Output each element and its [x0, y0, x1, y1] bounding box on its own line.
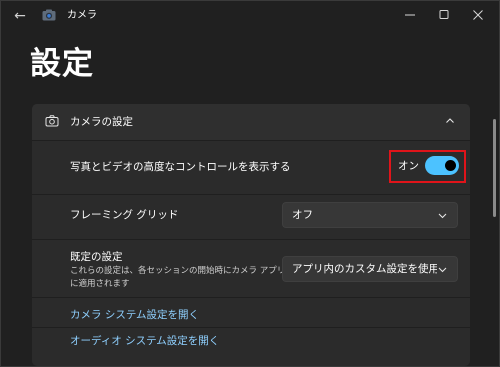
- back-button[interactable]: ←: [10, 7, 30, 25]
- divider: [32, 239, 470, 240]
- framing-grid-value: オフ: [292, 209, 313, 221]
- default-settings-label: 既定の設定: [70, 251, 123, 263]
- camera-system-settings-link[interactable]: カメラ システム設定を開く: [70, 308, 199, 322]
- default-settings-description-line1: これらの設定は、各セッションの開始時にカメラ アプリ: [70, 266, 286, 276]
- app-title: カメラ: [67, 10, 97, 21]
- close-icon: [473, 10, 483, 20]
- default-settings-value: アプリ内のカスタム設定を使用す: [292, 263, 437, 275]
- framing-grid-label: フレーミング グリッド: [70, 209, 179, 221]
- maximize-icon: [439, 10, 449, 19]
- default-settings-dropdown[interactable]: アプリ内のカスタム設定を使用す: [282, 256, 458, 282]
- toggle-state-label: オン: [398, 160, 419, 172]
- advanced-controls-toggle[interactable]: [425, 156, 459, 175]
- camera-icon: [42, 9, 56, 21]
- toggle-knob: [445, 160, 456, 171]
- back-arrow-icon: ←: [14, 8, 26, 24]
- audio-system-settings-link[interactable]: オーディオ システム設定を開く: [70, 334, 219, 348]
- advanced-controls-label: 写真とビデオの高度なコントロールを表示する: [70, 161, 291, 173]
- chevron-up-icon[interactable]: [445, 117, 455, 125]
- framing-grid-dropdown[interactable]: オフ: [282, 202, 458, 228]
- minimize-button[interactable]: [396, 5, 424, 25]
- default-settings-description-line2: に適用されます: [70, 279, 130, 289]
- camera-app-window: ← カメラ 設定 カメラの設定 写真とビデオの高度なコントロールを表示する オン…: [0, 0, 500, 367]
- maximize-button[interactable]: [430, 5, 458, 25]
- divider: [32, 297, 470, 298]
- minimize-icon: [405, 14, 415, 16]
- page-title: 設定: [30, 46, 94, 82]
- camera-outline-icon: [45, 115, 59, 127]
- camera-settings-label: カメラの設定: [70, 116, 133, 128]
- scrollbar-thumb[interactable]: [493, 119, 496, 217]
- divider: [32, 327, 470, 328]
- title-bar: ← カメラ: [1, 1, 499, 31]
- divider: [32, 140, 470, 141]
- chevron-down-icon: [438, 267, 447, 273]
- close-button[interactable]: [464, 5, 492, 25]
- divider: [32, 194, 470, 195]
- chevron-down-icon: [438, 213, 447, 219]
